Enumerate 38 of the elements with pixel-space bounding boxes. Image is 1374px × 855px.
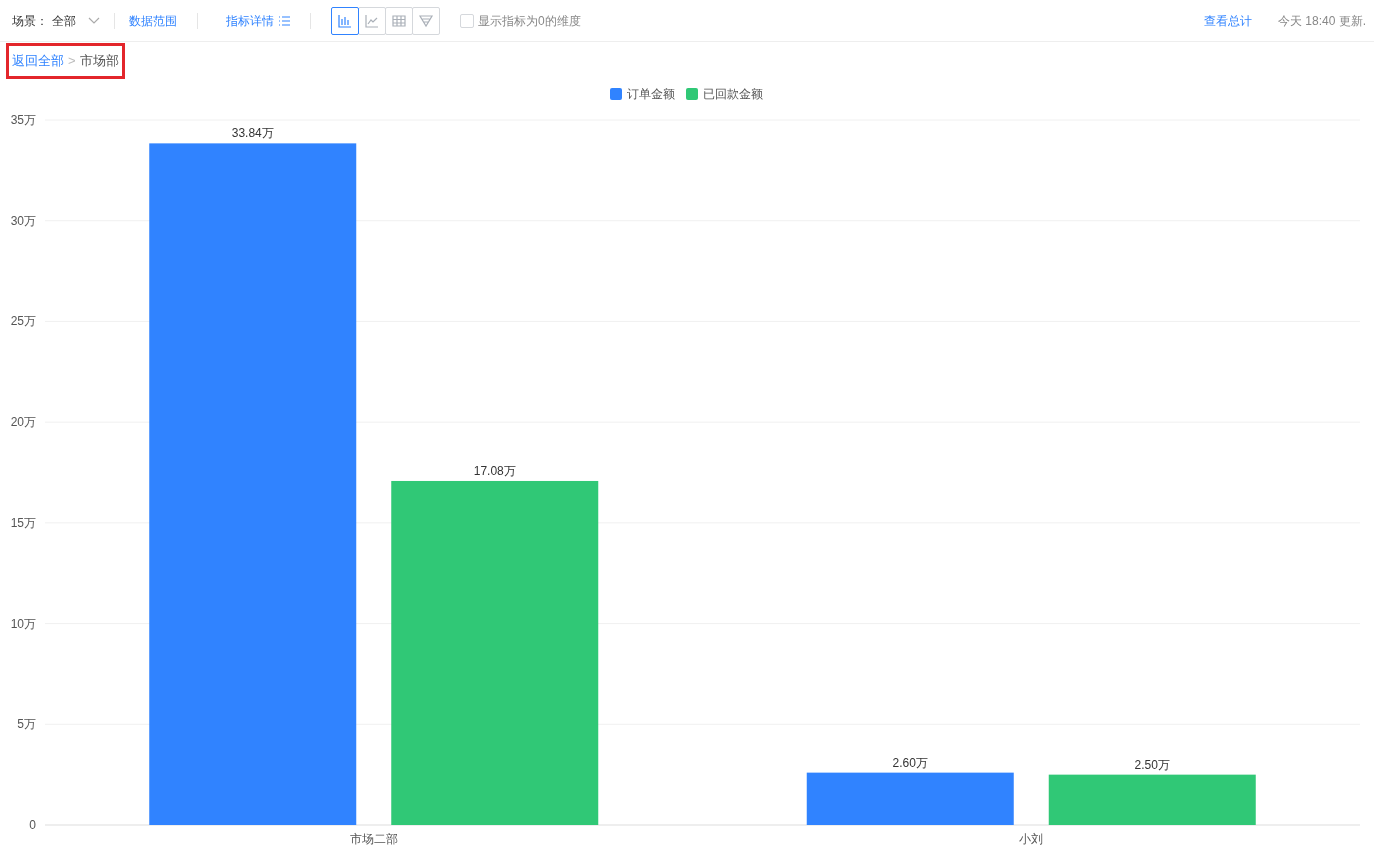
- bar-value-label: 17.08万: [473, 463, 516, 478]
- legend-label[interactable]: 已回款金额: [703, 87, 763, 101]
- y-axis-label: 15万: [10, 515, 36, 530]
- chevron-down-icon: [88, 16, 100, 25]
- x-axis-label: 市场二部: [349, 832, 398, 846]
- update-time: 今天 18:40 更新.: [1277, 12, 1366, 30]
- list-icon: [278, 15, 290, 26]
- y-axis-label: 0: [29, 818, 36, 832]
- data-range-link[interactable]: 数据范围: [129, 11, 177, 30]
- legend-label[interactable]: 订单金额: [627, 87, 675, 101]
- checkbox-label: 显示指标为0的维度: [478, 12, 581, 30]
- breadcrumb-current: 市场部: [79, 52, 119, 71]
- bar-chart-icon: [337, 12, 353, 29]
- back-to-all-link[interactable]: 返回全部: [12, 51, 64, 71]
- metric-detail-link[interactable]: 指标详情: [226, 11, 290, 30]
- bar[interactable]: [1048, 774, 1256, 825]
- view-total-link[interactable]: 查看总计: [1203, 11, 1252, 30]
- y-axis-label: 30万: [10, 213, 36, 228]
- table-icon: [391, 12, 407, 29]
- bar-value-label: 2.60万: [892, 755, 928, 770]
- chart-type-button[interactable]: [331, 6, 359, 35]
- y-axis-label: 10万: [10, 616, 36, 631]
- bar[interactable]: [149, 143, 357, 825]
- checkbox[interactable]: [460, 13, 474, 28]
- breadcrumb-separator: >: [68, 52, 76, 71]
- y-axis-label: 20万: [10, 415, 36, 430]
- bar-value-label: 33.84万: [231, 126, 274, 141]
- scene-select[interactable]: 全部: [52, 11, 100, 30]
- funnel-icon: [418, 12, 434, 29]
- x-axis-label: 小刘: [1019, 832, 1044, 846]
- bar[interactable]: [806, 772, 1014, 825]
- y-axis-label: 5万: [17, 717, 36, 732]
- line-chart-icon: [364, 12, 380, 29]
- y-axis-label: 35万: [10, 113, 36, 127]
- scene-label: 场景：: [12, 12, 48, 30]
- bar-value-label: 2.50万: [1134, 757, 1170, 772]
- y-axis-label: 25万: [10, 314, 36, 329]
- bar[interactable]: [391, 480, 599, 825]
